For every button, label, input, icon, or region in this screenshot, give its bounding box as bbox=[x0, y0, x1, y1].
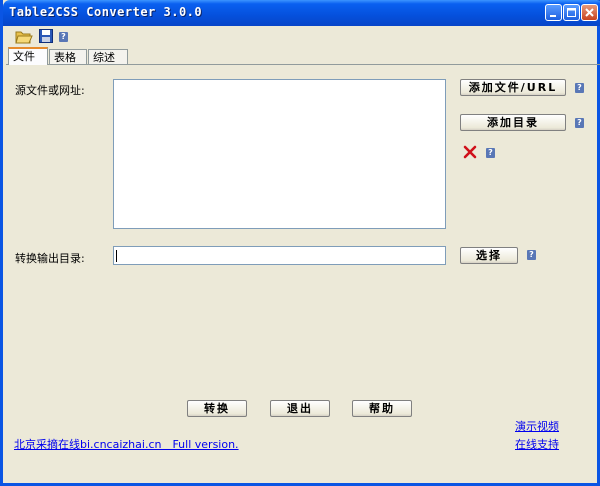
maximize-icon bbox=[567, 8, 576, 17]
tab-strip: 文件 表格 综述 bbox=[6, 47, 600, 65]
floppy-save-icon[interactable] bbox=[39, 29, 53, 43]
help-button[interactable]: 帮助 bbox=[352, 400, 412, 417]
source-list-area[interactable] bbox=[113, 79, 446, 229]
choose-help-icon[interactable]: ? bbox=[527, 250, 536, 260]
text-caret bbox=[116, 250, 117, 262]
delete-help-icon[interactable]: ? bbox=[486, 148, 495, 158]
window-title: Table2CSS Converter 3.0.0 bbox=[9, 5, 203, 19]
add-directory-button[interactable]: 添加目录 bbox=[460, 114, 566, 131]
add-file-help-icon[interactable]: ? bbox=[575, 83, 584, 93]
demo-video-link[interactable]: 演示视频 bbox=[515, 418, 559, 434]
red-x-delete-icon[interactable] bbox=[463, 145, 477, 159]
tab-overview[interactable]: 综述 bbox=[88, 49, 128, 64]
tab-file[interactable]: 文件 bbox=[8, 47, 48, 65]
maximize-button[interactable] bbox=[563, 4, 580, 21]
minimize-icon bbox=[550, 15, 556, 17]
tab-table[interactable]: 表格 bbox=[49, 49, 87, 64]
online-support-link[interactable]: 在线支持 bbox=[515, 436, 559, 452]
minimize-button[interactable] bbox=[545, 4, 562, 21]
output-dir-label: 转换输出目录: bbox=[15, 252, 85, 265]
toolbar-help-icon[interactable]: ? bbox=[59, 32, 68, 42]
choose-button[interactable]: 选择 bbox=[460, 247, 518, 264]
title-bar[interactable]: Table2CSS Converter 3.0.0 bbox=[3, 0, 600, 26]
convert-button[interactable]: 转换 bbox=[187, 400, 247, 417]
source-label: 源文件或网址: bbox=[15, 84, 85, 97]
output-dir-input[interactable] bbox=[113, 246, 446, 265]
add-directory-help-icon[interactable]: ? bbox=[575, 118, 584, 128]
folder-open-icon[interactable] bbox=[15, 29, 33, 45]
footer-site-link[interactable]: 北京采摘在线bi.cncaizhai.cn Full version. bbox=[14, 436, 239, 452]
close-button[interactable] bbox=[581, 4, 598, 21]
exit-button[interactable]: 退出 bbox=[270, 400, 330, 417]
close-icon bbox=[585, 8, 594, 17]
add-file-url-button[interactable]: 添加文件/URL bbox=[460, 79, 566, 96]
app-window: Table2CSS Converter 3.0.0 ? 文件 表格 综述 源文件… bbox=[0, 0, 600, 486]
